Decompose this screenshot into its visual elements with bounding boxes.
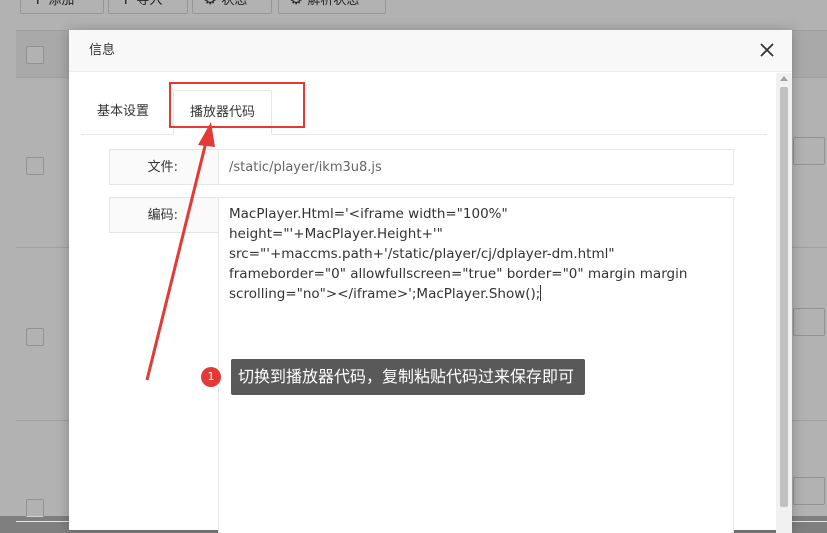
instruction-callout: 切换到播放器代码，复制粘贴代码过来保存即可	[231, 359, 586, 395]
pointer-arrow-icon	[145, 122, 215, 381]
step-badge: 1	[201, 367, 221, 387]
